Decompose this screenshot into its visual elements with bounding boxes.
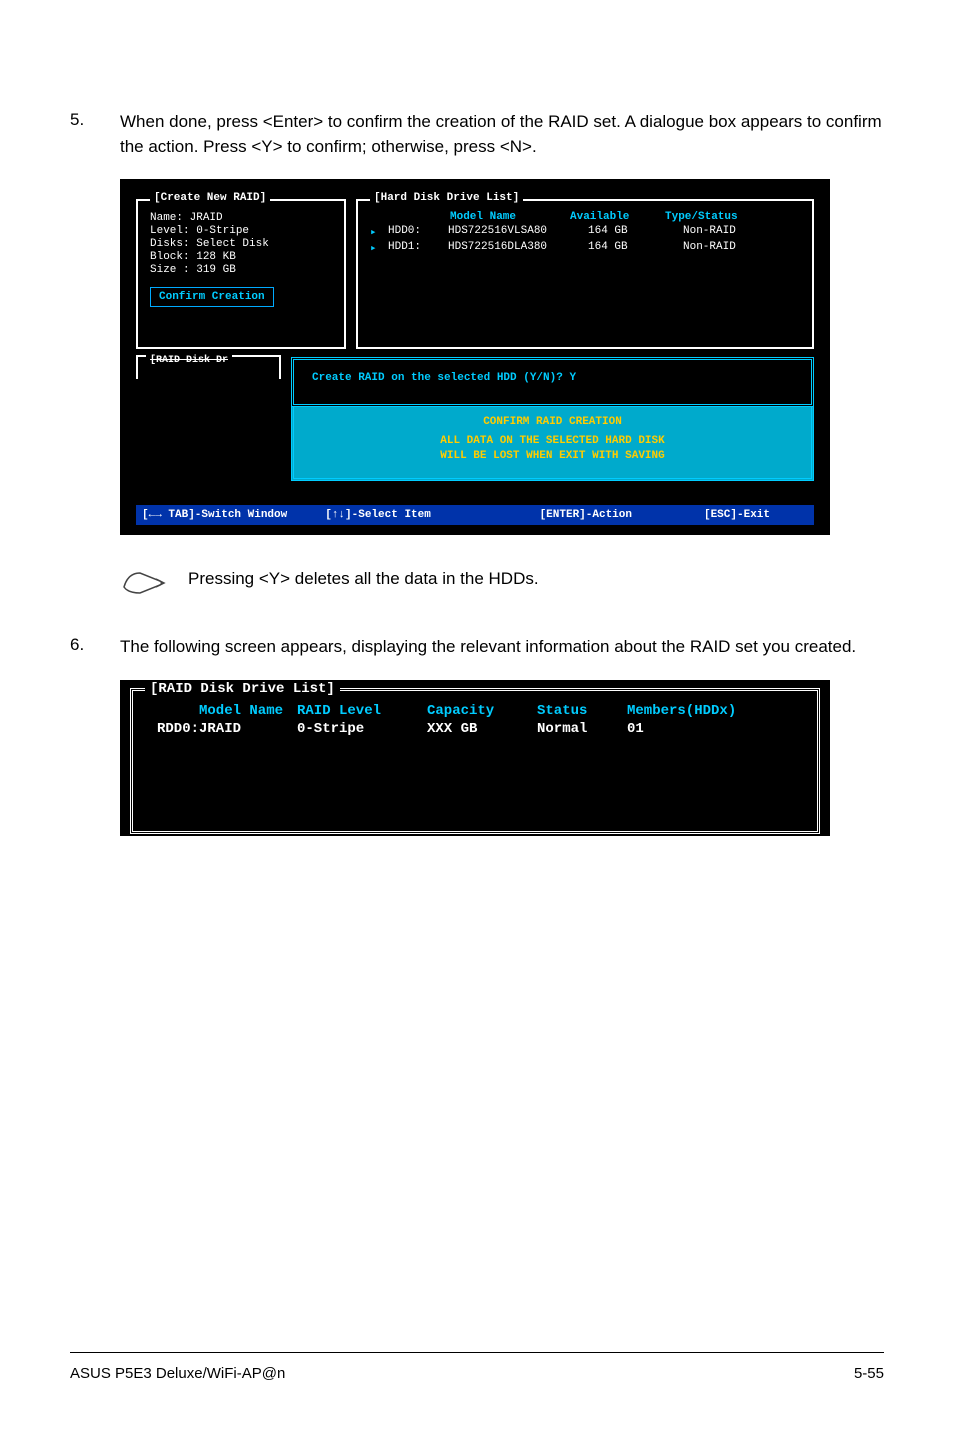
step-6-text: The following screen appears, displaying… [120,635,856,660]
hint-esc: [ESC]-Exit [704,509,770,521]
hdd-list-panel: [Hard Disk Drive List] Model Name Availa… [356,199,814,349]
warning-line-2: WILL BE LOST WHEN EXIT WITH SAVING [312,449,793,464]
value-name: JRAID [190,212,223,224]
stub-title: [RAID Disk Dr [146,355,232,366]
label-size: Size : [150,264,190,276]
bios-screenshot-1: [Create New RAID] Name: JRAID Level: 0-S… [120,179,830,535]
note-text: Pressing <Y> deletes all the data in the… [188,569,539,589]
col-members: Members(HDDx) [627,703,787,719]
step-5-text: When done, press <Enter> to confirm the … [120,110,884,159]
label-block: Block: [150,251,190,263]
hdd-type: Non-RAID [683,241,778,255]
label-name: Name: [150,212,183,224]
value-block: 128 KB [196,251,236,263]
bios-footer-bar: [←→ TAB]-Switch Window [↑↓]-Select Item … [136,505,814,525]
hint-tab: [←→ TAB]-Switch Window [142,509,287,521]
label-disks: Disks: [150,238,190,250]
create-raid-prompt[interactable]: Create RAID on the selected HDD (Y/N)? Y [291,357,814,407]
value-size: 319 GB [196,264,236,276]
warning-line-1: ALL DATA ON THE SELECTED HARD DISK [312,434,793,449]
raid-level: 0-Stripe [297,721,427,737]
footer-page-number: 5-55 [854,1365,884,1382]
value-disks: Select Disk [196,238,269,250]
col-avail: Available [570,211,665,223]
raid-disk-stub-panel: [RAID Disk Dr [136,355,281,379]
marker-icon: ▸ [370,225,388,239]
raid-capacity: XXX GB [427,721,537,737]
warning-head: CONFIRM RAID CREATION [312,416,793,428]
panel-title: [Hard Disk Drive List] [370,192,523,204]
hdd-type: Non-RAID [683,225,778,239]
hdd-avail: 164 GB [588,225,683,239]
hdd-avail: 164 GB [588,241,683,255]
footer-left: ASUS P5E3 Deluxe/WiFi-AP@n [70,1365,285,1382]
raid-status: Normal [537,721,627,737]
panel-title: [RAID Disk Drive List] [145,681,340,697]
col-model: Model Name [147,703,297,719]
step-5-number: 5. [70,110,120,159]
hdd-slot: HDD0: [388,225,448,239]
hint-select: [↑↓]-Select Item [325,509,431,521]
step-6-number: 6. [70,635,120,660]
confirm-raid-warning: CONFIRM RAID CREATION ALL DATA ON THE SE… [291,402,814,481]
confirm-creation-button[interactable]: Confirm Creation [150,287,274,307]
raid-row: RDD0:JRAID 0-Stripe XXX GB Normal 01 [147,721,803,737]
col-model: Model Name [370,211,570,223]
hdd-row: ▸ HDD0: HDS722516VLSA80 164 GB Non-RAID [370,225,800,239]
value-level: 0-Stripe [196,225,249,237]
page-footer: ASUS P5E3 Deluxe/WiFi-AP@n 5-55 [70,1352,884,1382]
note-pencil-icon [120,563,168,595]
hdd-model: HDS722516DLA380 [448,241,588,255]
raid-model: RDD0:JRAID [147,721,297,737]
raid-members: 01 [627,721,787,737]
hdd-model: HDS722516VLSA80 [448,225,588,239]
hint-enter: [ENTER]-Action [540,509,632,521]
panel-title: [Create New RAID] [150,192,270,204]
bios-screenshot-2: [RAID Disk Drive List] Model Name RAID L… [120,680,830,836]
col-type: Type/Status [665,211,760,223]
marker-icon: ▸ [370,241,388,255]
col-capacity: Capacity [427,703,537,719]
hdd-row: ▸ HDD1: HDS722516DLA380 164 GB Non-RAID [370,241,800,255]
label-level: Level: [150,225,190,237]
col-level: RAID Level [297,703,427,719]
create-new-raid-panel: [Create New RAID] Name: JRAID Level: 0-S… [136,199,346,349]
col-status: Status [537,703,627,719]
hdd-slot: HDD1: [388,241,448,255]
